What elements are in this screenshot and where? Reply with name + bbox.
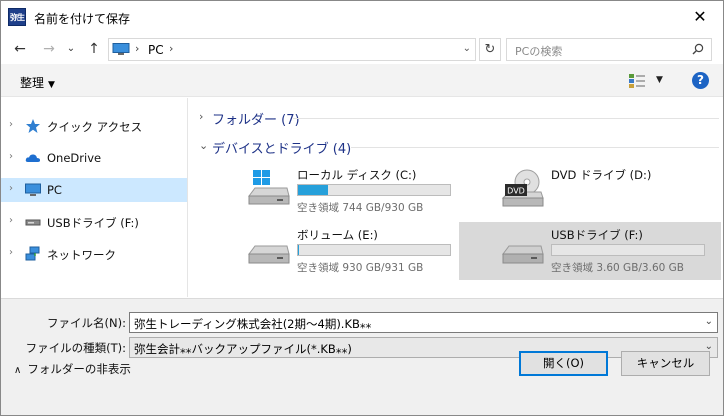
breadcrumb-separator: › bbox=[135, 42, 140, 55]
sidebar-item-onedrive[interactable]: › OneDrive bbox=[1, 146, 187, 170]
drive-tile-c[interactable]: ローカル ディスク (C:) 空き領域 744 GB/930 GB bbox=[239, 162, 485, 220]
group-divider bbox=[351, 147, 719, 148]
address-bar[interactable]: › PC › ⌄ bbox=[108, 38, 476, 61]
drive-free-space: 空き領域 744 GB/930 GB bbox=[297, 202, 424, 214]
open-button[interactable]: 開く(O) bbox=[519, 351, 608, 376]
computer-icon bbox=[112, 43, 130, 55]
filename-value: 弥生トレーディング株式会社(2期～4期).KB⁎⁎ bbox=[134, 317, 372, 331]
drive-usage-bar bbox=[551, 244, 705, 256]
search-box[interactable]: PCの検索 bbox=[506, 38, 712, 61]
breadcrumb-pc[interactable]: PC bbox=[148, 43, 164, 57]
breadcrumb-separator: › bbox=[169, 42, 174, 55]
file-list-pane: › フォルダー (7) ⌄ デバイスとドライブ (4) ローカル ディスク (C… bbox=[189, 98, 722, 297]
search-placeholder: PCの検索 bbox=[515, 45, 563, 58]
help-button[interactable]: ? bbox=[692, 72, 709, 89]
drive-usage-bar bbox=[297, 184, 451, 196]
close-button[interactable]: ✕ bbox=[677, 1, 723, 33]
chevron-down-icon: ▼ bbox=[48, 80, 55, 90]
group-title: デバイスとドライブ (4) bbox=[212, 142, 352, 157]
organize-button[interactable]: 整理 ▼ bbox=[20, 74, 55, 91]
drive-tile-e[interactable]: ボリューム (E:) 空き領域 930 GB/931 GB bbox=[239, 222, 485, 280]
dvd-drive-icon: DVD bbox=[501, 169, 544, 207]
drive-free-space: 空き領域 3.60 GB/3.60 GB bbox=[551, 262, 684, 274]
sidebar-item-pc[interactable]: › PC bbox=[1, 178, 187, 202]
view-options-chevron-icon[interactable]: ▼ bbox=[656, 75, 663, 85]
up-button[interactable]: ↑ bbox=[85, 40, 103, 58]
drive-name: ローカル ディスク (C:) bbox=[297, 168, 417, 182]
window-title: 名前を付けて保存 bbox=[34, 12, 131, 26]
sidebar-item-quick-access[interactable]: › クイック アクセス bbox=[1, 114, 187, 138]
collapse-chevron-icon: ⌄ bbox=[199, 139, 209, 152]
chevron-down-icon[interactable]: ⌄ bbox=[705, 316, 713, 327]
usb-drive-icon bbox=[25, 219, 41, 226]
usb-drive-icon bbox=[502, 245, 544, 264]
filename-label: ファイル名(N): bbox=[47, 316, 126, 330]
recent-locations-button[interactable]: ⌄ bbox=[62, 40, 80, 58]
hide-folders-label: フォルダーの非表示 bbox=[27, 362, 131, 376]
expand-chevron-icon[interactable]: › bbox=[9, 247, 13, 258]
cancel-button[interactable]: キャンセル bbox=[621, 351, 710, 376]
refresh-button[interactable]: ↻ bbox=[479, 38, 501, 61]
drive-tile-d[interactable]: DVD DVD ドライブ (D:) bbox=[493, 162, 724, 220]
dvd-label: DVD bbox=[507, 187, 525, 196]
view-options-icon[interactable] bbox=[628, 73, 646, 89]
hide-folders-toggle[interactable]: ∧ フォルダーの非表示 bbox=[14, 361, 131, 377]
sidebar-item-network[interactable]: › ネットワーク bbox=[1, 242, 187, 266]
navigation-row: ← → ⌄ ↑ › PC › ⌄ ↻ PCの検索 bbox=[1, 34, 723, 64]
drive-name: ボリューム (E:) bbox=[297, 228, 378, 242]
save-form: ファイル名(N): 弥生トレーディング株式会社(2期～4期).KB⁎⁎ ⌄ ファ… bbox=[1, 298, 723, 415]
network-icon bbox=[25, 246, 40, 261]
star-icon bbox=[26, 119, 40, 133]
filetype-value: 弥生会計⁎⁎バックアップファイル(*.KB⁎⁎) bbox=[134, 342, 352, 356]
drive-name: USBドライブ (F:) bbox=[551, 228, 643, 242]
filename-field[interactable]: 弥生トレーディング株式会社(2期～4期).KB⁎⁎ ⌄ bbox=[129, 312, 718, 333]
expand-chevron-icon[interactable]: › bbox=[9, 119, 13, 130]
address-dropdown-icon[interactable]: ⌄ bbox=[463, 43, 471, 54]
group-divider bbox=[293, 118, 719, 119]
cloud-icon bbox=[25, 154, 41, 162]
computer-icon bbox=[25, 183, 41, 196]
drive-free-space: 空き領域 930 GB/931 GB bbox=[297, 262, 424, 274]
hard-drive-icon bbox=[248, 245, 290, 264]
navigation-pane: › クイック アクセス › OneDrive › PC › USBドライブ (F… bbox=[1, 98, 188, 297]
organize-label: 整理 bbox=[20, 76, 45, 90]
filetype-label: ファイルの種類(T): bbox=[25, 341, 126, 355]
group-title: フォルダー (7) bbox=[212, 113, 300, 128]
drive-tile-f[interactable]: USBドライブ (F:) 空き領域 3.60 GB/3.60 GB bbox=[459, 222, 721, 280]
yayoi-app-icon: 弥生 bbox=[8, 8, 26, 26]
forward-button[interactable]: → bbox=[40, 40, 58, 58]
expand-chevron-icon[interactable]: › bbox=[9, 183, 13, 194]
back-button[interactable]: ← bbox=[11, 40, 29, 58]
search-icon bbox=[692, 43, 704, 55]
sidebar-item-label: PC bbox=[47, 183, 62, 197]
save-as-dialog: 弥生 名前を付けて保存 ✕ ← → ⌄ ↑ › PC › ⌄ ↻ PCの検索 整… bbox=[0, 0, 724, 416]
sidebar-item-label: OneDrive bbox=[47, 151, 102, 165]
sidebar-item-label: USBドライブ (F:) bbox=[47, 216, 139, 230]
drive-usage-fill bbox=[298, 185, 329, 195]
chevron-up-icon: ∧ bbox=[14, 365, 22, 376]
command-toolbar: 整理 ▼ ▼ ? bbox=[1, 64, 723, 97]
expand-chevron-icon[interactable]: › bbox=[9, 215, 13, 226]
sidebar-item-label: ネットワーク bbox=[47, 248, 116, 262]
group-header-devices[interactable]: ⌄ デバイスとドライブ (4) bbox=[199, 137, 719, 157]
title-bar: 弥生 名前を付けて保存 ✕ bbox=[1, 1, 723, 33]
drive-name: DVD ドライブ (D:) bbox=[551, 168, 652, 182]
sidebar-item-label: クイック アクセス bbox=[47, 120, 143, 134]
group-header-folders[interactable]: › フォルダー (7) bbox=[199, 108, 719, 128]
expand-chevron-icon[interactable]: › bbox=[9, 151, 13, 162]
expand-chevron-icon: › bbox=[199, 110, 204, 123]
drive-usage-bar bbox=[297, 244, 451, 256]
windows-drive-icon bbox=[248, 170, 290, 205]
sidebar-item-usb-drive[interactable]: › USBドライブ (F:) bbox=[1, 210, 187, 234]
